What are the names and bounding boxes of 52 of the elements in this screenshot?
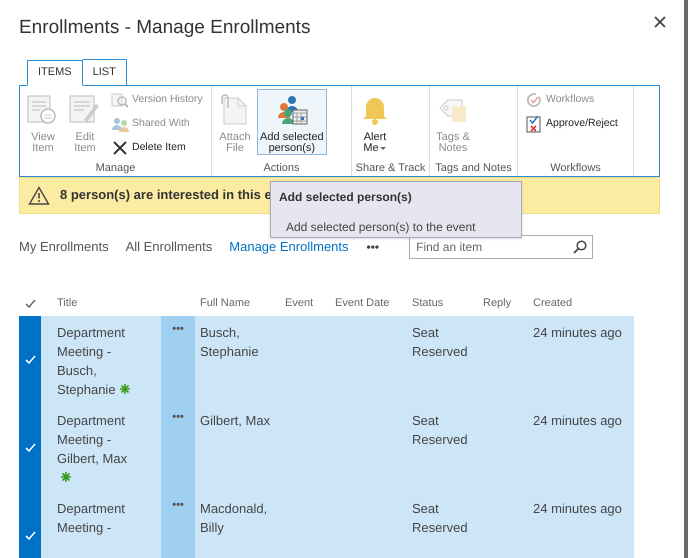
document-pencil-icon	[68, 94, 102, 126]
ribbon-button[interactable]: Approve/Reject	[525, 112, 618, 134]
column-header[interactable]: Full Name	[200, 297, 250, 310]
more-views-button[interactable]: •••	[366, 238, 380, 256]
column-header[interactable]: Reply	[483, 297, 512, 310]
ribbon-button[interactable]: Add selected person(s)	[257, 88, 327, 154]
table-cell: Busch, Stephanie	[200, 324, 259, 358]
table-cell: 24 minutes ago	[533, 500, 622, 516]
table-cell: Seat Reserved	[412, 500, 468, 534]
view-link[interactable]: My Enrollments	[19, 236, 109, 256]
check-icon	[24, 442, 36, 452]
table-cell: Seat Reserved	[412, 412, 468, 446]
view-link[interactable]: Manage Enrollments	[229, 236, 349, 256]
column-header[interactable]: Status	[412, 297, 444, 310]
check-icon	[24, 354, 36, 364]
ribbon-group-label: Actions	[262, 160, 301, 176]
tooltip-description: Add selected person(s) to the event	[286, 219, 476, 236]
search-icon[interactable]	[573, 240, 588, 254]
column-header[interactable]: Event Date	[335, 297, 390, 310]
table-row[interactable]: Department Meeting - Busch, Stephanie ••• Busch, Stephanie Seat Reserved 24 minutes ago	[19, 316, 634, 404]
document-approve-icon	[525, 114, 543, 132]
dialog-title: Enrollments - Manage Enrollments	[19, 16, 310, 40]
ribbon-group-label: Tags and Notes	[434, 160, 513, 176]
check-icon	[24, 530, 36, 540]
row-title[interactable]: Department Meeting - Gilbert, Max	[57, 410, 139, 486]
column-header[interactable]: Title	[57, 297, 78, 310]
column-header[interactable]: Event	[285, 297, 314, 310]
document-search-icon	[111, 90, 129, 108]
row-title[interactable]: Department Meeting -	[57, 498, 139, 536]
warning-icon	[28, 186, 50, 204]
column-header[interactable]: Created	[533, 297, 572, 310]
ribbon-group-label: Manage	[94, 160, 136, 176]
ribbon-button[interactable]: Alert Me	[355, 88, 395, 154]
delete-icon	[111, 138, 129, 156]
table-cell: Macdonald, Billy	[200, 500, 268, 534]
ribbon-tab[interactable]: ITEMS	[27, 60, 83, 86]
tooltip-title: Add selected person(s)	[279, 189, 413, 206]
ribbon-group-label: Share & Track	[354, 160, 426, 176]
table-row[interactable]: Department Meeting - ••• Macdonald, Billy Seat Reserved 24 minutes ago	[19, 492, 634, 558]
table-cell: 24 minutes ago	[533, 412, 622, 428]
view-link[interactable]: All Enrollments	[126, 236, 212, 256]
ribbon-group-label: Workflows	[549, 160, 602, 176]
row-title[interactable]: Department Meeting - Busch, Stephanie	[57, 322, 139, 398]
refresh-check-icon	[525, 90, 543, 108]
table-cell: Seat Reserved	[412, 324, 468, 358]
table-cell: Gilbert, Max	[200, 412, 270, 428]
table-row[interactable]: Department Meeting - Gilbert, Max ••• Gilbert, Max Seat Reserved 24 minutes ago	[19, 404, 634, 492]
table-cell: 24 minutes ago	[533, 324, 622, 340]
close-icon[interactable]	[654, 16, 666, 28]
select-all-check-icon	[24, 298, 36, 308]
ribbon-tab[interactable]: LIST	[82, 58, 127, 84]
ribbon-button[interactable]: Delete Item	[111, 136, 203, 158]
